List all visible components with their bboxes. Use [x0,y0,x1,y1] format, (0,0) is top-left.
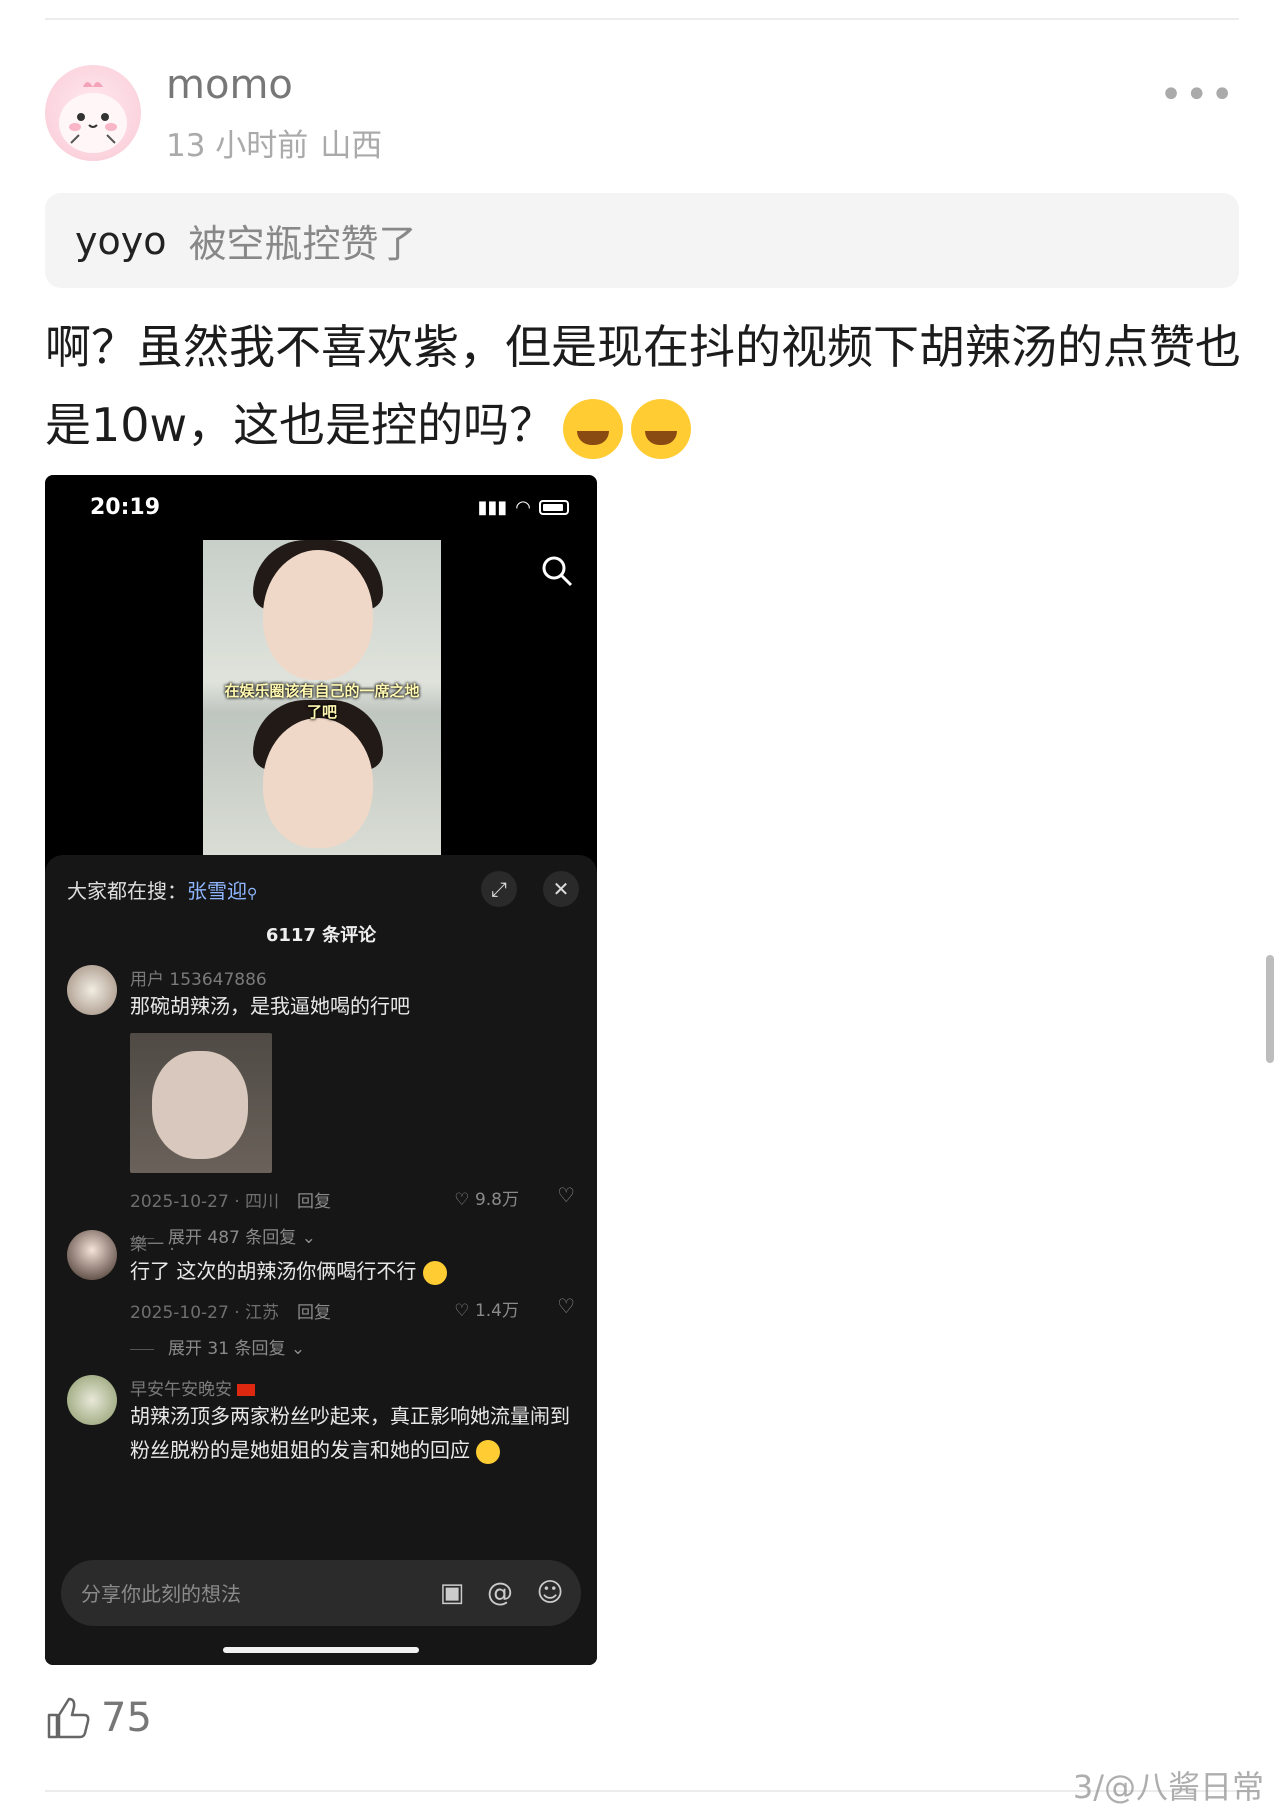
status-icons: ▮▮▮ ◠ [478,497,569,518]
like-button[interactable]: ♡ 1.4万 [454,1296,519,1321]
comment-input-bar: ▣ @ ☺ [61,1560,581,1628]
quote-box[interactable]: yoyo 被空瓶控赞了 [45,193,1239,288]
battery-icon [539,500,569,515]
comments-panel: 大家都在搜：张雪迎⚲ ⤢ ✕ 6117 条评论 用户 153647886 那碗胡… [45,855,597,1665]
post-like-count: 75 [101,1695,152,1741]
post-like-button[interactable]: 75 [45,1695,152,1741]
laughing-tears-emoji-icon [631,398,692,459]
signal-icon: ▮▮▮ [477,497,508,518]
comment-image[interactable] [130,1033,272,1173]
china-flag-icon [237,1384,256,1396]
video-caption-line-2: 了吧 [306,703,337,721]
comment-count: 6117 条评论 [265,925,377,946]
comment-input[interactable] [79,1560,383,1628]
broken-heart-icon[interactable]: ♡ [557,1294,575,1318]
search-icon[interactable] [539,553,575,589]
embedded-screenshot[interactable]: 20:19 ▮▮▮ ◠ 在娱乐圈该有自己的一席之地 了吧 大家都在搜：张雪迎⚲ … [45,475,597,1665]
post-time: 13 小时前 [166,128,309,164]
emoji-icon[interactable]: ☺ [535,1578,565,1608]
comment-avatar[interactable] [67,1375,117,1425]
image-icon[interactable]: ▣ [437,1578,467,1608]
thumbs-up-icon [47,1697,90,1739]
more-options-icon[interactable]: ••• [1159,72,1236,118]
heart-icon: ♡ [454,1301,470,1321]
video-caption: 在娱乐圈该有自己的一席之地 了吧 [203,680,441,722]
post-location: 山西 [320,128,383,164]
crying-laugh-emoji-icon [476,1439,501,1464]
top-divider [45,18,1239,20]
quote-user: yoyo [75,218,167,263]
comment-author[interactable]: 樂一 . [130,1230,175,1255]
comment-image-face [152,1051,248,1159]
expand-icon[interactable]: ⤢ [481,871,517,907]
close-icon[interactable]: ✕ [543,871,579,907]
video-thumbnail[interactable]: 在娱乐圈该有自己的一席之地 了吧 [203,540,441,855]
scrollbar[interactable] [1266,955,1274,1063]
watermark: 3/@八酱日常 [1072,1768,1264,1806]
comment-text: 行了 这次的胡辣汤你俩喝行不行 [130,1254,580,1288]
comment-text: 胡辣汤顶多两家粉丝吵起来，真正影响她流量闹到粉丝脱粉的是她姐姐的发言和她的回应 [130,1399,580,1467]
comment-text-content: 行了 这次的胡辣汤你俩喝行不行 [130,1259,417,1283]
at-mention-icon[interactable]: @ [485,1578,515,1608]
wifi-icon: ◠ [515,497,531,518]
trending-keyword[interactable]: 张雪迎 [187,879,247,903]
home-indicator [223,1647,419,1653]
comment-date: 2025-10-27 · 江苏 [130,1303,280,1323]
trending-search[interactable]: 大家都在搜：张雪迎⚲ [67,875,257,904]
reply-button[interactable]: 回复 [297,1303,331,1323]
comment-author[interactable]: 用户 153647886 [130,965,267,990]
reply-button[interactable]: 回复 [297,1192,331,1212]
chevron-down-icon: ⌄ [301,1228,316,1248]
comment-date: 2025-10-27 · 四川 [130,1192,280,1212]
comment-text: 那碗胡辣汤，是我逼她喝的行吧 [130,994,410,1018]
chevron-down-icon: ⌄ [290,1339,306,1359]
status-time: 20:19 [90,495,161,520]
laughing-tears-emoji-icon [563,398,624,459]
like-count: 1.4万 [474,1301,519,1321]
post-body: 啊？虽然我不喜欢紫，但是现在抖的视频下胡辣汤的点赞也是10w，这也是控的吗？ [45,308,1245,464]
expand-replies-label: 展开 31 条回复 [168,1339,286,1359]
comment-meta: 2025-10-27 · 江苏 回复 [130,1298,331,1323]
comment-author-name: 早安午安晚安 [130,1380,232,1400]
heart-icon: ♡ [454,1190,470,1210]
quote-text: 被空瓶控赞了 [188,222,417,266]
smile-emoji-icon [422,1260,447,1285]
like-count: 9.8万 [474,1190,519,1210]
bottom-divider [45,1790,1239,1792]
post-meta: 13 小时前 山西 [166,120,382,165]
comment-text-content: 胡辣汤顶多两家粉丝吵起来，真正影响她流量闹到粉丝脱粉的是她姐姐的发言和她的回应 [130,1404,570,1462]
expand-replies[interactable]: 展开 31 条回复 ⌄ [130,1334,305,1359]
username[interactable]: momo [166,62,293,108]
trending-label: 大家都在搜： [67,879,187,903]
search-small-icon: ⚲ [247,886,258,902]
video-person-face [263,550,373,680]
avatar[interactable] [45,65,141,161]
comment-avatar[interactable] [67,965,117,1015]
video-caption-line-1: 在娱乐圈该有自己的一席之地 [224,682,420,700]
like-button[interactable]: ♡ 9.8万 [454,1185,519,1210]
broken-heart-icon[interactable]: ♡ [557,1183,575,1207]
comment-avatar[interactable] [67,1230,117,1280]
avatar-character-icon [59,82,127,153]
expand-replies-label: 展开 487 条回复 [168,1228,297,1248]
video-person-face [263,718,373,848]
comment-author[interactable]: 早安午安晚安 [130,1375,256,1400]
comment-meta: 2025-10-27 · 四川 回复 [130,1187,331,1212]
